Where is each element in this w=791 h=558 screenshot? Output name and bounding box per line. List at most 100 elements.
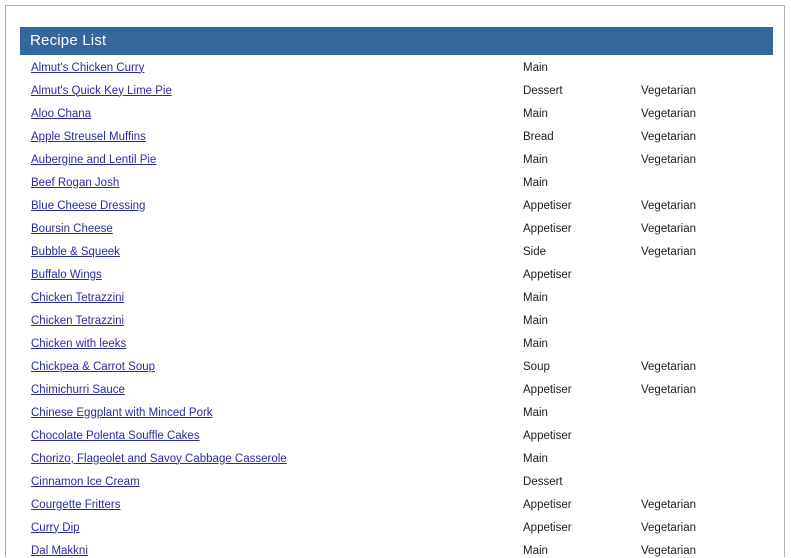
recipe-category-label: Main [523, 291, 548, 304]
recipe-link[interactable]: Chicken with leeks [31, 338, 126, 350]
recipe-category-cell: Appetiser [523, 516, 641, 539]
recipe-name-cell: Chocolate Polenta Souffle Cakes [20, 424, 523, 447]
recipe-category-label: Main [523, 337, 548, 350]
recipe-link[interactable]: Chimichurri Sauce [31, 384, 125, 396]
recipe-category-label: Main [523, 406, 548, 419]
recipe-category-cell: Main [523, 286, 641, 309]
recipe-link[interactable]: Boursin Cheese [31, 223, 113, 235]
recipe-category-label: Main [523, 176, 548, 189]
recipe-link[interactable]: Bubble & Squeek [31, 246, 120, 258]
recipe-link[interactable]: Curry Dip [31, 522, 80, 534]
recipe-link[interactable]: Courgette Fritters [31, 499, 120, 511]
page-title: Recipe List [30, 32, 107, 49]
recipe-diet-cell [641, 447, 773, 470]
recipe-link[interactable]: Beef Rogan Josh [31, 177, 119, 189]
recipe-category-cell: Main [523, 309, 641, 332]
recipe-link[interactable]: Chickpea & Carrot Soup [31, 361, 155, 373]
recipe-category-label: Soup [523, 360, 550, 373]
recipe-category-cell: Main [523, 447, 641, 470]
recipe-diet-cell: Vegetarian [641, 194, 773, 217]
recipe-name-cell: Cinnamon Ice Cream [20, 470, 523, 493]
table-row: Chicken Tetrazzini Main [20, 309, 773, 332]
recipe-link[interactable]: Chicken Tetrazzini [31, 315, 124, 327]
recipe-name-cell: Curry Dip [20, 516, 523, 539]
recipe-diet-cell: Vegetarian [641, 378, 773, 401]
table-row: Dal Makkni Main Vegetarian [20, 539, 773, 557]
recipe-link[interactable]: Almut's Chicken Curry [31, 62, 144, 74]
recipe-diet-label: Vegetarian [641, 130, 696, 143]
recipe-category-cell: Appetiser [523, 263, 641, 286]
page-frame: Recipe List Almut's Chicken Curry Main Alm… [5, 5, 785, 557]
recipe-diet-cell [641, 56, 773, 79]
recipe-link[interactable]: Aloo Chana [31, 108, 91, 120]
table-row: Aubergine and Lentil Pie Main Vegetarian [20, 148, 773, 171]
table-row: Apple Streusel Muffins Bread Vegetarian [20, 125, 773, 148]
recipe-diet-cell: Vegetarian [641, 79, 773, 102]
recipe-diet-cell: Vegetarian [641, 516, 773, 539]
recipe-link[interactable]: Dal Makkni [31, 545, 88, 557]
recipe-table-body: Almut's Chicken Curry Main Almut's Quick K… [20, 56, 773, 557]
recipe-category-cell: Main [523, 401, 641, 424]
recipe-link[interactable]: Aubergine and Lentil Pie [31, 154, 156, 166]
recipe-category-label: Main [523, 544, 548, 557]
recipe-name-cell: Courgette Fritters [20, 493, 523, 516]
recipe-category-cell: Dessert [523, 470, 641, 493]
recipe-diet-cell [641, 401, 773, 424]
recipe-category-cell: Dessert [523, 79, 641, 102]
recipe-name-cell: Beef Rogan Josh [20, 171, 523, 194]
recipe-diet-label: Vegetarian [641, 360, 696, 373]
recipe-name-cell: Chicken Tetrazzini [20, 286, 523, 309]
recipe-table: Almut's Chicken Curry Main Almut's Quick K… [20, 56, 773, 557]
table-row: Boursin Cheese Appetiser Vegetarian [20, 217, 773, 240]
panel-header: Recipe List [20, 27, 773, 55]
recipe-diet-cell [641, 470, 773, 493]
recipe-diet-label: Vegetarian [641, 521, 696, 534]
recipe-category-label: Appetiser [523, 498, 572, 511]
recipe-category-cell: Bread [523, 125, 641, 148]
recipe-link[interactable]: Buffalo Wings [31, 269, 102, 281]
recipe-category-cell: Appetiser [523, 194, 641, 217]
recipe-diet-label: Vegetarian [641, 383, 696, 396]
recipe-diet-label: Vegetarian [641, 199, 696, 212]
recipe-diet-cell [641, 171, 773, 194]
recipe-name-cell: Boursin Cheese [20, 217, 523, 240]
recipe-category-label: Main [523, 153, 548, 166]
table-row: Aloo Chana Main Vegetarian [20, 102, 773, 125]
recipe-name-cell: Apple Streusel Muffins [20, 125, 523, 148]
recipe-category-label: Appetiser [523, 222, 572, 235]
recipe-category-cell: Side [523, 240, 641, 263]
table-row: Courgette Fritters Appetiser Vegetarian [20, 493, 773, 516]
recipe-category-cell: Soup [523, 355, 641, 378]
recipe-diet-cell: Vegetarian [641, 148, 773, 171]
recipe-name-cell: Blue Cheese Dressing [20, 194, 523, 217]
recipe-diet-cell [641, 309, 773, 332]
table-row: Almut's Quick Key Lime Pie Dessert Vegetar… [20, 79, 773, 102]
recipe-name-cell: Bubble & Squeek [20, 240, 523, 263]
recipe-category-label: Bread [523, 130, 554, 143]
recipe-category-label: Appetiser [523, 521, 572, 534]
recipe-link[interactable]: Chicken Tetrazzini [31, 292, 124, 304]
recipe-link[interactable]: Apple Streusel Muffins [31, 131, 146, 143]
recipe-diet-label: Vegetarian [641, 84, 696, 97]
recipe-category-label: Dessert [523, 475, 563, 488]
recipe-diet-label: Vegetarian [641, 153, 696, 166]
recipe-diet-cell: Vegetarian [641, 355, 773, 378]
recipe-link[interactable]: Chorizo, Flageolet and Savoy Cabbage Cas… [31, 453, 287, 465]
recipe-link[interactable]: Almut's Quick Key Lime Pie [31, 85, 172, 97]
recipe-link[interactable]: Chinese Eggplant with Minced Pork [31, 407, 213, 419]
recipe-link[interactable]: Chocolate Polenta Souffle Cakes [31, 430, 200, 442]
recipe-category-cell: Appetiser [523, 493, 641, 516]
recipe-category-label: Side [523, 245, 547, 258]
recipe-diet-label: Vegetarian [641, 544, 696, 557]
recipe-category-cell: Appetiser [523, 217, 641, 240]
recipe-link[interactable]: Blue Cheese Dressing [31, 200, 145, 212]
recipe-diet-label: Vegetarian [641, 498, 696, 511]
recipe-diet-label: Vegetarian [641, 107, 696, 120]
recipe-diet-cell [641, 332, 773, 355]
recipe-name-cell: Chorizo, Flageolet and Savoy Cabbage Cas… [20, 447, 523, 470]
table-row: Blue Cheese Dressing Appetiser Vegetarian [20, 194, 773, 217]
recipe-category-cell: Main [523, 332, 641, 355]
recipe-link[interactable]: Cinnamon Ice Cream [31, 476, 140, 488]
recipe-name-cell: Almut's Chicken Curry [20, 56, 523, 79]
recipe-diet-cell: Vegetarian [641, 217, 773, 240]
